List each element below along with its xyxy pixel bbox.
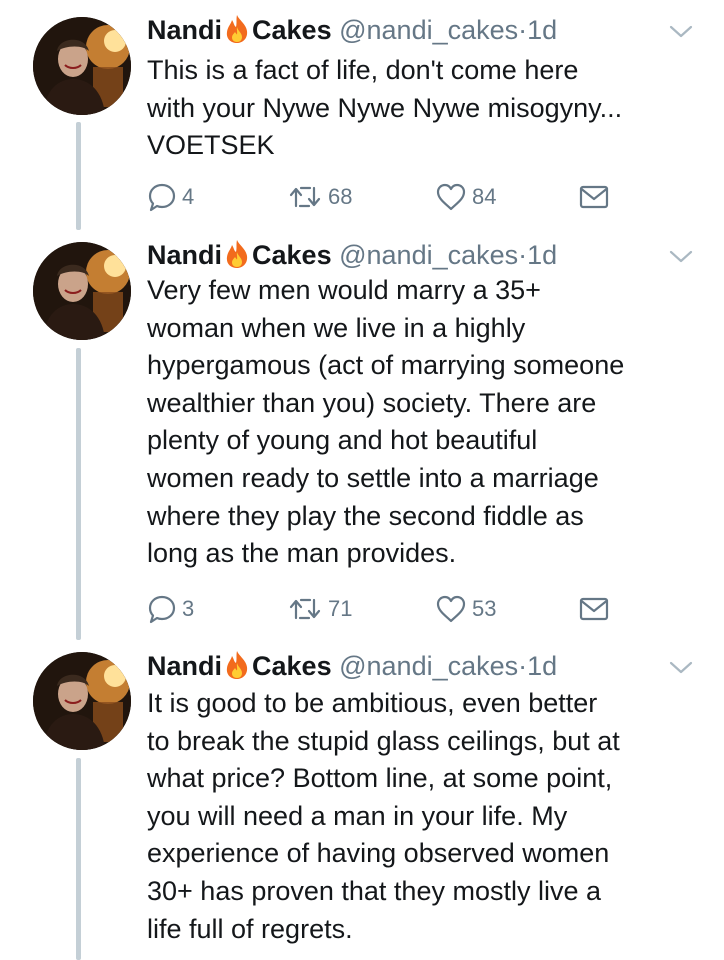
chevron-down-icon[interactable]: [668, 248, 694, 266]
retweet-icon: [287, 182, 323, 212]
user-handle[interactable]: @nandi_cakes: [339, 15, 518, 45]
retweet-button[interactable]: 68: [287, 182, 352, 212]
tweet-text: It is good to be ambitious, even better …: [147, 688, 620, 944]
retweet-count: 68: [328, 184, 353, 209]
reply-button[interactable]: 4: [147, 182, 194, 212]
like-button[interactable]: 53: [435, 594, 496, 624]
timestamp[interactable]: 1d: [527, 651, 557, 681]
display-name-suffix[interactable]: Cakes: [252, 651, 332, 681]
reply-count: 3: [182, 596, 195, 621]
message-button[interactable]: [579, 594, 609, 624]
timestamp[interactable]: 1d: [527, 15, 557, 45]
retweet-icon: [287, 594, 323, 624]
display-name-suffix[interactable]: Cakes: [252, 15, 332, 45]
envelope-icon: [579, 596, 609, 622]
like-count: 84: [472, 184, 497, 209]
user-handle[interactable]: @nandi_cakes: [339, 651, 518, 681]
message-button[interactable]: [579, 182, 609, 212]
reply-count: 4: [182, 184, 195, 209]
display-name[interactable]: Nandi: [147, 15, 222, 45]
fire-icon: [224, 239, 250, 269]
separator: ·: [518, 240, 528, 270]
chevron-down-icon[interactable]: [668, 659, 694, 677]
thread-line: [76, 348, 81, 640]
fire-icon: [224, 14, 250, 44]
tweet-header: Nandi Cakes @nandi_cakes·1d: [147, 650, 557, 682]
avatar[interactable]: [33, 652, 131, 750]
display-name-suffix[interactable]: Cakes: [252, 240, 332, 270]
separator: ·: [518, 15, 528, 45]
tweet-text: Very few men would marry a 35+ woman whe…: [147, 275, 625, 569]
tweet-actions: 4 68 84: [147, 182, 617, 212]
envelope-icon: [579, 184, 609, 210]
retweet-count: 71: [328, 596, 353, 621]
reply-icon: [147, 594, 177, 624]
like-count: 53: [472, 596, 497, 621]
reply-icon: [147, 182, 177, 212]
display-name[interactable]: Nandi: [147, 651, 222, 681]
heart-icon: [435, 182, 467, 212]
timestamp[interactable]: 1d: [527, 240, 557, 270]
separator: ·: [518, 651, 528, 681]
tweet-header: Nandi Cakes @nandi_cakes·1d: [147, 239, 557, 271]
heart-icon: [435, 594, 467, 624]
thread-line: [76, 758, 81, 960]
display-name[interactable]: Nandi: [147, 240, 222, 270]
tweet-actions: 3 71 53: [147, 594, 617, 624]
user-handle[interactable]: @nandi_cakes: [339, 240, 518, 270]
like-button[interactable]: 84: [435, 182, 496, 212]
chevron-down-icon[interactable]: [668, 23, 694, 41]
fire-icon: [224, 650, 250, 680]
tweet-text: This is a fact of life, don't come here …: [147, 55, 623, 161]
reply-button[interactable]: 3: [147, 594, 194, 624]
thread-line: [76, 122, 81, 230]
retweet-button[interactable]: 71: [287, 594, 352, 624]
avatar[interactable]: [33, 242, 131, 340]
avatar[interactable]: [33, 17, 131, 115]
tweet-header: Nandi Cakes @nandi_cakes·1d: [147, 14, 557, 46]
